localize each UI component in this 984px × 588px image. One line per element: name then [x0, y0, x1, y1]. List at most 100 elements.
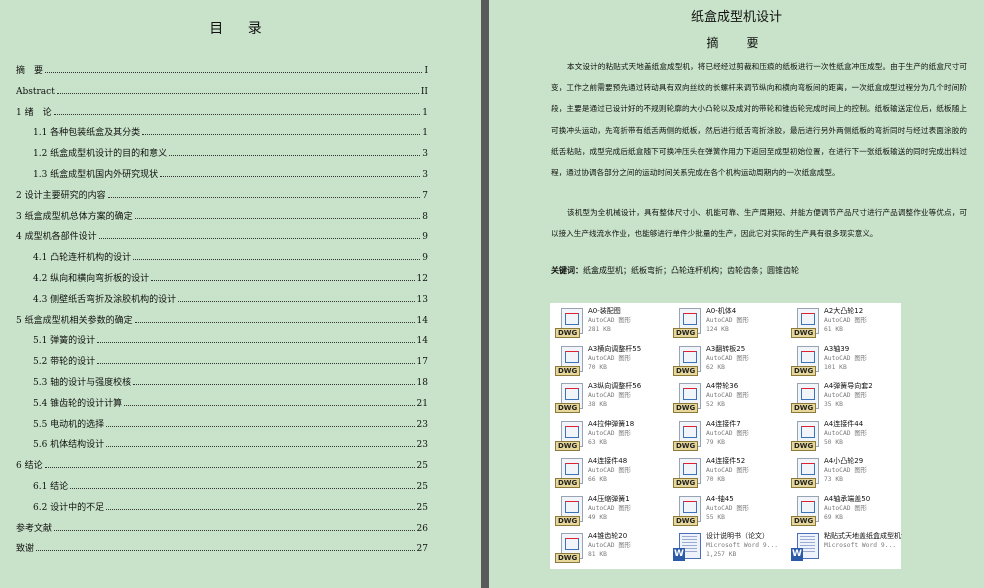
- file-type: AutoCAD 图形: [824, 392, 867, 399]
- file-item[interactable]: DWG A4拉伸弹簧18 AutoCAD 图形 63 KB: [552, 418, 667, 454]
- abstract-paragraph-2: 该机型为全机械设计，具有整体尺寸小、机能可靠、生产周期短、并能方便调节产品尺寸进…: [551, 208, 967, 239]
- dwg-icon: DWG: [673, 458, 701, 488]
- toc-entry-label: 致谢: [16, 544, 35, 555]
- file-item[interactable]: DWG A3轴39 AutoCAD 图形 101 KB: [788, 343, 903, 379]
- toc-entry-page: 3: [422, 149, 428, 160]
- file-text: A4连接件52 AutoCAD 图形 70 KB: [706, 457, 784, 484]
- toc-entry[interactable]: 摘 要I: [16, 56, 428, 76]
- toc-entry-page: 12: [416, 274, 428, 284]
- file-item[interactable]: DWG A4弹簧导向套2 AutoCAD 图形 35 KB: [788, 380, 903, 416]
- file-item[interactable]: DWG A0-装配图 AutoCAD 图形 281 KB: [552, 305, 667, 341]
- toc-entry[interactable]: 5 纸盒成型机相关参数的确定 14: [16, 306, 428, 326]
- toc-entry[interactable]: Abstract II: [16, 77, 428, 97]
- file-item[interactable]: DWG A4连接件48 AutoCAD 图形 66 KB: [552, 455, 667, 491]
- dwg-icon: DWG: [555, 383, 583, 413]
- toc-entry[interactable]: 4.1 凸轮连杆机构的设计 9: [33, 243, 428, 263]
- toc-entry-page: 14: [416, 336, 428, 347]
- file-item[interactable]: DWG A0-机体4 AutoCAD 图形 124 KB: [670, 305, 785, 341]
- file-item[interactable]: W 粘贴式天地盖纸盒成型机设计 Microsoft Word 9...: [788, 530, 903, 566]
- file-text: A4压缩弹簧1 AutoCAD 图形 49 KB: [588, 495, 666, 522]
- toc-entry-label: 5.1 弹簧的设计: [33, 336, 96, 347]
- toc-entry[interactable]: 1.2 纸盒成型机设计的目的和意义 3: [33, 139, 428, 159]
- toc-leader-dots: [142, 134, 421, 136]
- toc-entry[interactable]: 2 设计主要研究的内容 7: [16, 181, 428, 201]
- toc-entry-page: 9: [422, 232, 428, 243]
- toc-entry-label: 3 纸盒成型机总体方案的确定: [16, 211, 133, 222]
- toc-entry[interactable]: 5.2 带轮的设计 17: [33, 347, 428, 367]
- toc-entry-page: I: [424, 66, 428, 76]
- file-text: A2大凸轮12 AutoCAD 图形 61 KB: [824, 307, 902, 334]
- file-size: 38 KB: [588, 401, 607, 408]
- file-name: A4连接件52: [706, 457, 746, 465]
- toc-entry[interactable]: 6 结论 25: [16, 451, 428, 471]
- toc-entry-label: 5.6 机体结构设计: [33, 440, 105, 451]
- file-listing: DWG A0-装配图 AutoCAD 图形 281 KB DWG A0-机体4 AutoCA…: [550, 303, 903, 569]
- toc-entry[interactable]: 5.4 锥齿轮的设计计算 21: [33, 389, 428, 409]
- toc-entry[interactable]: 6.2 设计中的不足 25: [33, 493, 428, 513]
- file-type: AutoCAD 图形: [588, 504, 631, 512]
- dwg-icon: DWG: [673, 308, 701, 338]
- file-name: A0-装配图: [588, 307, 621, 315]
- keywords-line: 关键词：纸盒成型机；纸板弯折；凸轮连杆机构；齿轮齿条；圆锥齿轮: [551, 265, 799, 276]
- file-size: 50 KB: [824, 438, 843, 446]
- toc-leader-dots: [97, 342, 415, 344]
- toc-entry[interactable]: 4 成型机各部件设计 9: [16, 222, 428, 242]
- toc-entry-label: 1 绪 论: [16, 107, 52, 118]
- file-item[interactable]: DWG A3横向调整杆55 AutoCAD 图形 70 KB: [552, 343, 667, 379]
- toc-entry[interactable]: 参考文献 26: [16, 514, 428, 534]
- file-name: A4弹簧导向套2: [824, 382, 873, 390]
- toc-entry[interactable]: 3 纸盒成型机总体方案的确定 8: [16, 202, 428, 222]
- file-name: A3纵向调整杆56: [588, 382, 642, 390]
- file-item[interactable]: DWG A3翻转板25 AutoCAD 图形 62 KB: [670, 343, 785, 379]
- file-type: AutoCAD 图形: [706, 467, 749, 474]
- toc-entry-page: 13: [416, 294, 428, 305]
- file-item[interactable]: DWG A2大凸轮12 AutoCAD 图形 61 KB: [788, 305, 903, 341]
- file-name: A0-机体4: [706, 307, 737, 315]
- file-item[interactable]: DWG A4锥齿轮20 AutoCAD 图形 81 KB: [552, 530, 667, 566]
- file-type: AutoCAD 图形: [588, 429, 631, 437]
- file-item[interactable]: W 设计说明书（论文） Microsoft Word 9... 1,257 KB: [670, 530, 785, 566]
- toc-leader-dots: [106, 508, 415, 510]
- dwg-icon: DWG: [555, 345, 583, 376]
- toc-entry[interactable]: 5.5 电动机的选择 23: [33, 410, 428, 430]
- file-text: A3翻转板25 AutoCAD 图形 62 KB: [706, 345, 784, 372]
- toc-entry[interactable]: 致谢 27: [16, 534, 428, 554]
- file-item[interactable]: DWG A4连接件44 AutoCAD 图形 50 KB: [788, 418, 903, 454]
- file-item[interactable]: DWG A4压缩弹簧1 AutoCAD 图形 49 KB: [552, 493, 667, 529]
- file-text: A4拉伸弹簧18 AutoCAD 图形 63 KB: [588, 420, 666, 447]
- toc-leader-dots: [151, 280, 415, 281]
- toc-entry[interactable]: 5.3 轴的设计与强度校核 18: [33, 368, 428, 388]
- file-type: AutoCAD 图形: [824, 317, 867, 324]
- file-size: 70 KB: [706, 476, 725, 483]
- toc-entry-page: 26: [416, 523, 428, 534]
- file-type: AutoCAD 图形: [824, 504, 867, 512]
- toc-entry[interactable]: 1 绪 论 1: [16, 98, 428, 118]
- toc-entry[interactable]: 1.3 纸盒成型机国内外研究现状 3: [33, 160, 428, 180]
- toc-entry-label: 5.5 电动机的选择: [33, 419, 105, 430]
- file-size: 61 KB: [824, 326, 843, 333]
- file-item[interactable]: DWG A4带轮36 AutoCAD 图形 52 KB: [670, 380, 785, 416]
- dwg-icon: DWG: [555, 495, 583, 526]
- dwg-icon: DWG: [673, 420, 701, 451]
- toc-entry[interactable]: 5.1 弹簧的设计 14: [33, 326, 428, 346]
- file-item[interactable]: DWG A4-轴45 AutoCAD 图形 55 KB: [670, 493, 785, 529]
- file-item[interactable]: DWG A4轴承端盖50 AutoCAD 图形 69 KB: [788, 493, 903, 529]
- file-item[interactable]: DWG A4小凸轮29 AutoCAD 图形 73 KB: [788, 455, 903, 491]
- file-item[interactable]: DWG A4连接件7 AutoCAD 图形 79 KB: [670, 418, 785, 454]
- toc-entry[interactable]: 4.3 侧壁纸舌弯折及涂胶机构的设计 13: [33, 285, 428, 305]
- dwg-icon: DWG: [673, 383, 701, 413]
- file-item[interactable]: DWG A4连接件52 AutoCAD 图形 70 KB: [670, 455, 785, 491]
- toc-entry[interactable]: 1.1 各种包装纸盒及其分类 1: [33, 118, 428, 138]
- toc-entry[interactable]: 4.2 纵向和横向弯折板的设计 12: [33, 264, 428, 284]
- toc-entry-page: 23: [416, 440, 428, 451]
- toc-entry-page: 1: [422, 128, 428, 139]
- toc-entry[interactable]: 5.6 机体结构设计 23: [33, 430, 428, 450]
- dwg-icon: DWG: [555, 533, 583, 563]
- toc-entry-page: 17: [416, 357, 428, 368]
- toc-entry-label: 5.4 锥齿轮的设计计算: [33, 398, 123, 409]
- file-type: Microsoft Word 9...: [824, 542, 897, 549]
- file-name: 粘贴式天地盖纸盒成型机设计: [824, 532, 902, 540]
- file-name: A4拉伸弹簧18: [588, 419, 635, 428]
- file-item[interactable]: DWG A3纵向调整杆56 AutoCAD 图形 38 KB: [552, 380, 667, 416]
- toc-entry[interactable]: 6.1 结论 25: [33, 472, 428, 492]
